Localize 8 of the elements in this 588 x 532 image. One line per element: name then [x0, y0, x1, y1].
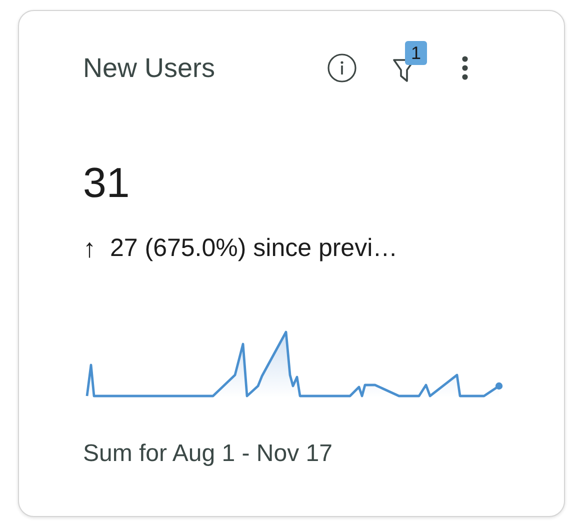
change-text: 27 (675.0%) since previ…: [110, 234, 398, 263]
filter-count-badge: 1: [405, 41, 428, 65]
card-title: New Users: [83, 52, 216, 84]
metric-value: 31: [83, 159, 131, 207]
up-arrow-icon: ↑: [83, 233, 96, 264]
info-icon[interactable]: [327, 53, 357, 83]
more-options-icon[interactable]: [461, 55, 469, 81]
date-range-text: Sum for Aug 1 - Nov 17: [83, 440, 334, 468]
